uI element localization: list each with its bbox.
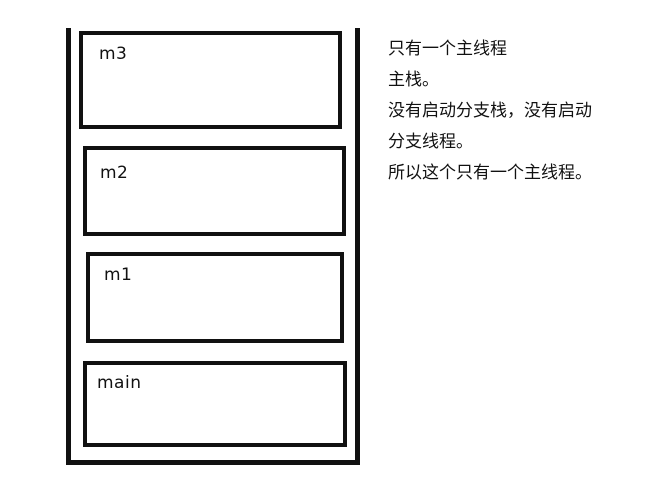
note-line: 只有一个主线程 bbox=[388, 39, 507, 59]
stack-right-wall bbox=[355, 28, 360, 465]
stack-frame-label: m1 bbox=[104, 265, 133, 285]
stack-frame-label: m2 bbox=[100, 163, 129, 183]
stack-left-wall bbox=[66, 28, 71, 465]
stack-frame-m3: m3 bbox=[79, 31, 342, 129]
stack-frame-m1: m1 bbox=[86, 252, 344, 343]
stack-bottom-wall bbox=[66, 460, 360, 465]
stack-frame-main: main bbox=[83, 361, 347, 447]
stack-frame-label: main bbox=[97, 373, 142, 393]
explanation-note: 只有一个主线程 主栈。 没有启动分支栈，没有启动 分支线程。 所以这个只有一个主… bbox=[388, 34, 640, 189]
note-line: 所以这个只有一个主线程。 bbox=[388, 163, 592, 183]
note-line: 没有启动分支栈，没有启动 bbox=[388, 101, 592, 121]
note-line: 主栈。 bbox=[388, 70, 439, 90]
stack-frame-m2: m2 bbox=[83, 146, 346, 236]
stack-frame-label: m3 bbox=[99, 44, 128, 64]
note-line: 分支线程。 bbox=[388, 132, 473, 152]
